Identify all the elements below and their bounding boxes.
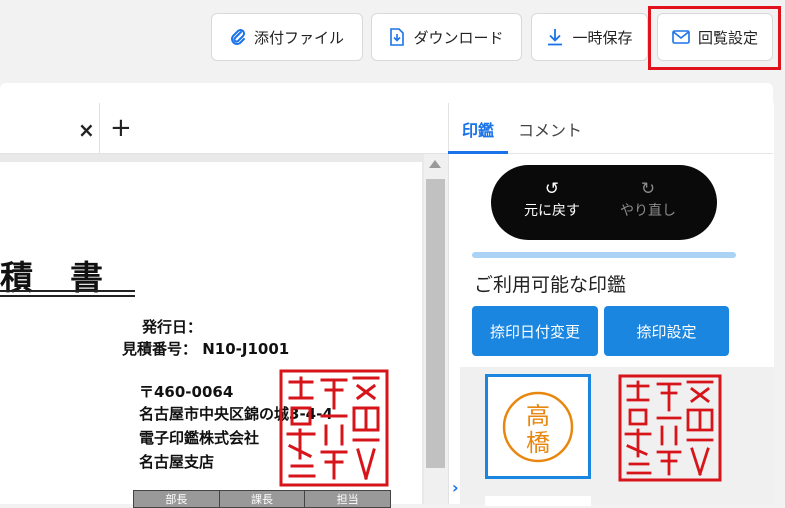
- undo-icon: ↺: [544, 179, 560, 199]
- tab-comments[interactable]: コメント: [518, 117, 582, 141]
- seal-setting-button[interactable]: 捺印設定: [604, 306, 729, 356]
- active-tab-indicator: [448, 151, 508, 154]
- seal-char: 橋: [526, 429, 550, 457]
- paperclip-icon: [231, 28, 246, 45]
- undo-label: 元に戻す: [524, 203, 580, 219]
- branch-name: 名古屋支店: [139, 453, 215, 471]
- add-tab-icon[interactable]: +: [110, 113, 132, 143]
- personal-seal-image: 高 橋: [502, 391, 574, 463]
- document-tab-bar: [0, 103, 448, 154]
- file-download-icon: [390, 28, 405, 46]
- tab-divider: [99, 103, 100, 153]
- seal-date-change-button[interactable]: 捺印日付変更: [472, 306, 598, 356]
- company-name: 電子印鑑株式会社: [139, 429, 260, 447]
- attachment-button[interactable]: 添付ファイル: [211, 13, 363, 61]
- available-seals-title: ご利用可能な印鑑: [474, 274, 627, 296]
- estimate-number: 見積番号： N10-J1001: [122, 340, 290, 358]
- tab-seals[interactable]: 印鑑: [462, 117, 494, 141]
- seal-setting-label: 捺印設定: [636, 322, 697, 341]
- postal-code: 〒460-0064: [139, 383, 234, 401]
- redo-icon: ↻: [640, 179, 656, 199]
- temporary-save-button[interactable]: 一時保存: [531, 13, 648, 61]
- approval-table: 部長 課長 担当: [133, 490, 391, 508]
- title-underline: [0, 295, 135, 297]
- company-seal-card[interactable]: [606, 374, 726, 484]
- download-arrow-icon: [548, 29, 563, 46]
- chevron-right-icon[interactable]: ›: [452, 478, 459, 497]
- redo-button[interactable]: ↻ やり直し: [608, 178, 688, 220]
- redo-label: やり直し: [620, 203, 676, 219]
- seal-char: 高: [526, 402, 550, 430]
- issue-date-label: 発行日：: [142, 318, 203, 336]
- scrollbar-thumb[interactable]: [426, 179, 445, 468]
- undo-button[interactable]: ↺ 元に戻す: [512, 178, 592, 220]
- attachment-label: 添付ファイル: [253, 28, 344, 47]
- temporary-save-label: 一時保存: [572, 28, 633, 47]
- highlight-box: [648, 6, 781, 70]
- approval-header: 部長: [134, 491, 220, 507]
- company-seal-image: [279, 369, 389, 487]
- title-underline: [0, 290, 135, 292]
- seal-date-change-label: 捺印日付変更: [489, 322, 580, 341]
- close-tab-icon[interactable]: ×: [78, 118, 95, 142]
- download-label: ダウンロード: [413, 28, 504, 47]
- download-button[interactable]: ダウンロード: [371, 13, 522, 61]
- scroll-up-icon[interactable]: [429, 160, 441, 168]
- progress-bar: [472, 252, 736, 258]
- personal-seal-card[interactable]: 高 橋: [485, 374, 591, 479]
- approval-header: 担当: [336, 493, 359, 506]
- approval-header: 課長: [220, 491, 306, 507]
- seal-card[interactable]: [485, 496, 591, 506]
